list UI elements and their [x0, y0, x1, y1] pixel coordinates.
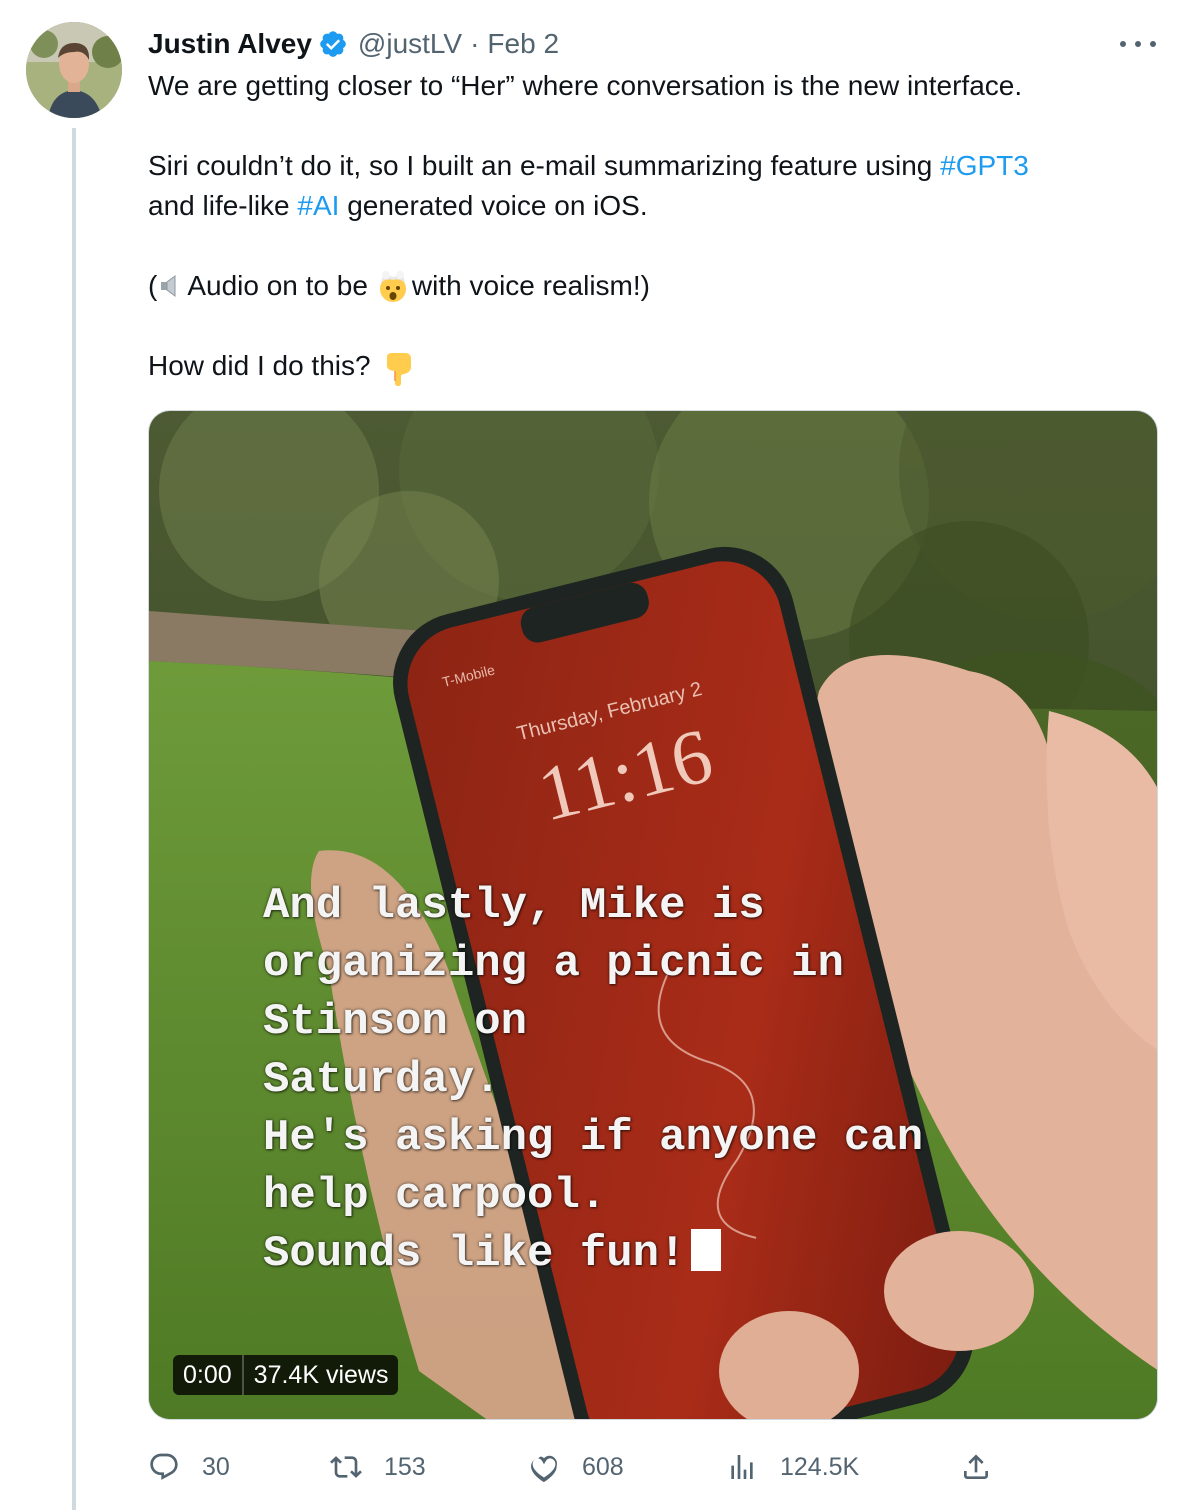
retweet-icon	[330, 1456, 362, 1478]
action-bar: 30 153 608 124.5K	[148, 1444, 1158, 1490]
video-caption: And lastly, Mike is organizing a picnic i…	[263, 881, 924, 1279]
exploding-head-icon	[379, 269, 406, 302]
views-icon	[731, 1455, 753, 1479]
thread-line	[72, 128, 76, 1510]
tweet-text: We are getting closer to “Her” where con…	[148, 66, 1148, 387]
tweet-line: We are getting closer to “Her” where con…	[148, 70, 1023, 101]
like-count: 608	[582, 1452, 624, 1481]
speaker-icon	[161, 275, 176, 297]
tweet-line: ( Audio on to be with voice realism!)	[148, 269, 650, 302]
video-player[interactable]: T-Mobile Thursday, February 2 11:16 And …	[148, 410, 1158, 1420]
retweet-count: 153	[384, 1452, 426, 1481]
display-name[interactable]: Justin Alvey	[148, 26, 312, 62]
retweet-button[interactable]: 153	[330, 1444, 426, 1490]
hashtag-ai[interactable]: #AI	[297, 190, 339, 221]
views-count: 124.5K	[780, 1452, 860, 1481]
tweet-header: Justin Alvey @justLV · Feb 2	[148, 24, 559, 64]
tweet: Justin Alvey @justLV · Feb 2 We are gett…	[0, 0, 1182, 1510]
views-button[interactable]: 124.5K	[726, 1444, 859, 1490]
verified-badge-icon	[320, 31, 346, 57]
tweet-line: How did I do this?	[148, 346, 1148, 387]
video-badge: 0:00 37.4K views	[173, 1355, 399, 1395]
tweet-line: and life-like #AI generated voice on iOS…	[148, 190, 648, 221]
avatar[interactable]	[26, 22, 122, 118]
like-icon	[531, 1455, 557, 1483]
video-views: 37.4K views	[243, 1355, 399, 1395]
tweet-date[interactable]: Feb 2	[487, 26, 559, 62]
tweet-line: Siri couldn’t do it, so I built an e-mai…	[148, 150, 1029, 181]
share-icon	[964, 1454, 988, 1479]
reply-icon	[150, 1453, 178, 1480]
reply-count: 30	[202, 1452, 230, 1481]
share-button[interactable]	[960, 1444, 992, 1490]
hashtag-gpt3[interactable]: #GPT3	[940, 150, 1029, 181]
more-icon[interactable]	[1120, 28, 1156, 60]
pointing-down-icon	[386, 353, 411, 386]
separator: ·	[470, 28, 480, 59]
reply-button[interactable]: 30	[148, 1444, 230, 1490]
handle[interactable]: @justLV	[358, 26, 462, 62]
text-cursor	[691, 1229, 722, 1271]
video-time: 0:00	[173, 1355, 244, 1395]
like-button[interactable]: 608	[528, 1444, 624, 1490]
